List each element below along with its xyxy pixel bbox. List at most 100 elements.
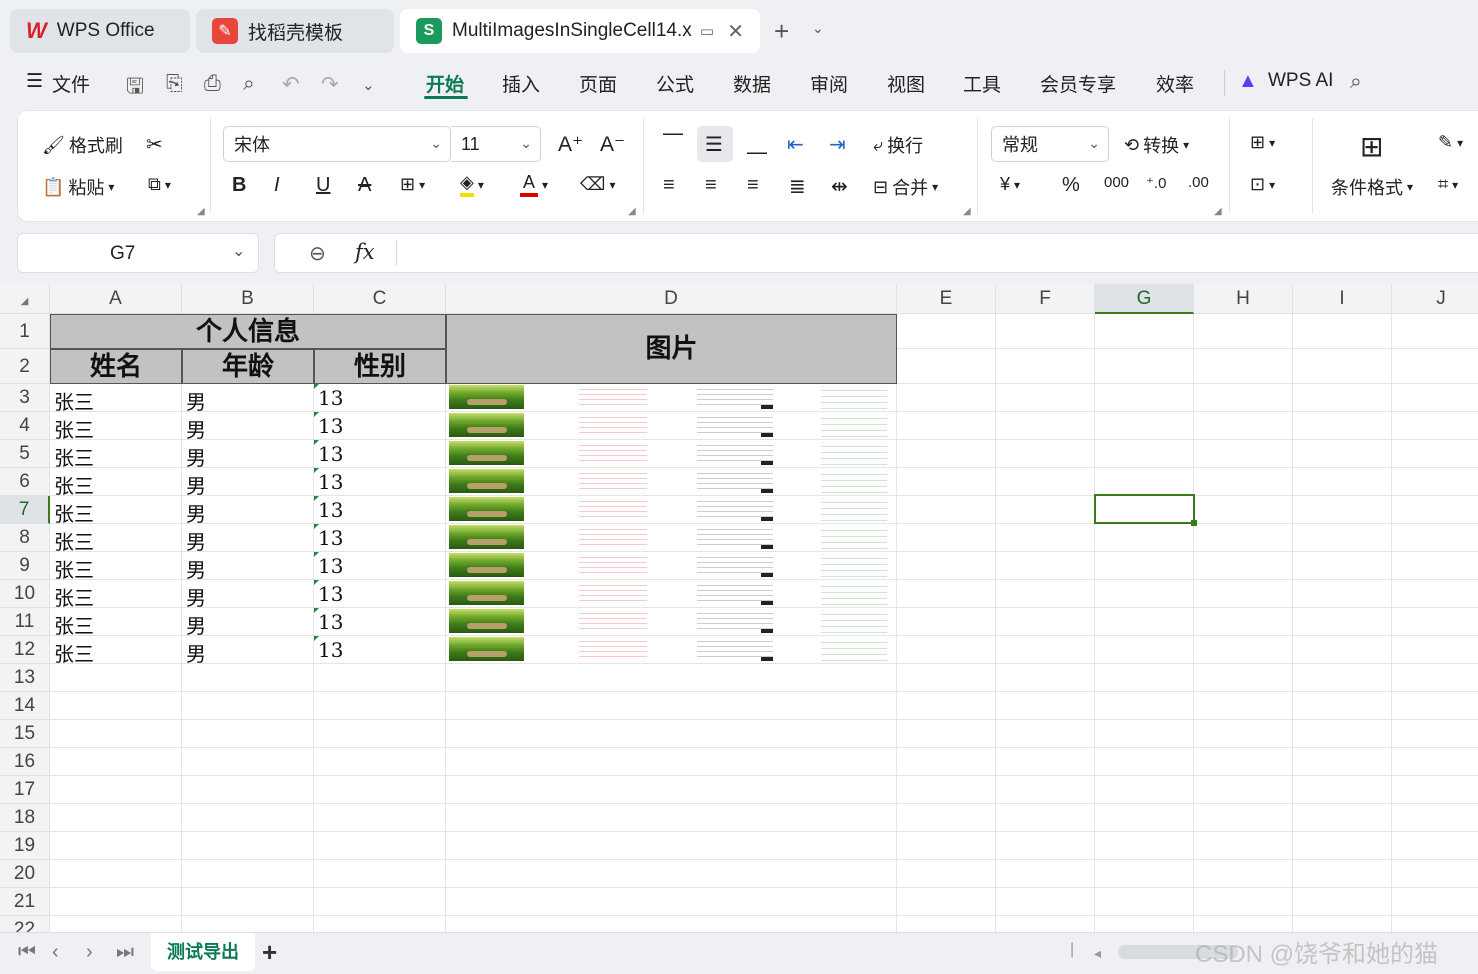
close-icon[interactable]: ✕: [727, 19, 744, 44]
menu-view[interactable]: 视图: [887, 70, 925, 97]
cell-number[interactable]: 13: [314, 470, 446, 494]
row-header[interactable]: 3: [0, 384, 50, 412]
clear-button[interactable]: ⌫ ▾: [580, 174, 615, 195]
row-header[interactable]: 18: [0, 804, 50, 832]
image-text-green[interactable]: [821, 525, 887, 549]
row-header[interactable]: 6: [0, 468, 50, 496]
conditional-format-button[interactable]: 条件格式 ▾: [1331, 174, 1413, 200]
cell-name[interactable]: 张三: [50, 582, 182, 611]
row-header[interactable]: 1: [0, 314, 50, 349]
column-header-f[interactable]: F: [996, 284, 1095, 314]
menu-review[interactable]: 审阅: [810, 70, 848, 97]
decrease-indent-icon[interactable]: ⇤: [787, 132, 804, 157]
row-header[interactable]: 20: [0, 860, 50, 888]
column-header-j[interactable]: J: [1392, 284, 1478, 314]
tab-spreadsheet[interactable]: S MultiImagesInSingleCell14.x ▭ ✕: [400, 9, 760, 53]
cell-gender[interactable]: 男: [182, 386, 314, 415]
cell-name[interactable]: 张三: [50, 442, 182, 471]
image-forest[interactable]: [449, 413, 524, 437]
cell-number[interactable]: 13: [314, 526, 446, 550]
image-text-green[interactable]: [821, 385, 887, 409]
header-age[interactable]: 年龄: [182, 349, 314, 384]
justify-icon[interactable]: ≣: [789, 174, 806, 199]
image-text-gray[interactable]: [697, 637, 773, 661]
row-header[interactable]: 19: [0, 832, 50, 860]
image-forest[interactable]: [449, 553, 524, 577]
image-text-red[interactable]: [579, 413, 647, 435]
row-header[interactable]: 15: [0, 720, 50, 748]
image-forest[interactable]: [449, 581, 524, 605]
align-center-icon[interactable]: ≡: [705, 174, 717, 197]
increase-decimal-icon[interactable]: ⁺.0: [1146, 174, 1166, 192]
decrease-font-icon[interactable]: A⁻: [600, 132, 625, 157]
header-image[interactable]: 图片: [446, 314, 897, 384]
row-header[interactable]: 14: [0, 692, 50, 720]
header-name[interactable]: 姓名: [50, 349, 182, 384]
image-text-green[interactable]: [821, 581, 887, 605]
number-format-select[interactable]: 常规 ⌄: [991, 126, 1109, 162]
strikethrough-icon[interactable]: A: [358, 174, 371, 197]
cell-number[interactable]: 13: [314, 638, 446, 662]
image-text-green[interactable]: [821, 609, 887, 633]
menu-formula[interactable]: 公式: [656, 70, 694, 97]
format-button[interactable]: ✎ ▾: [1438, 132, 1463, 153]
number-launcher-icon[interactable]: ◢: [1214, 206, 1222, 217]
image-text-gray[interactable]: [697, 441, 773, 465]
image-text-gray[interactable]: [697, 497, 773, 521]
align-top-icon[interactable]: ⎺: [663, 132, 683, 155]
image-text-green[interactable]: [821, 553, 887, 577]
print-icon[interactable]: ⎙: [204, 72, 221, 96]
image-forest[interactable]: [449, 637, 524, 661]
image-text-gray[interactable]: [697, 413, 773, 437]
row-header[interactable]: 4: [0, 412, 50, 440]
column-header-i[interactable]: I: [1293, 284, 1392, 314]
image-text-red[interactable]: [579, 497, 647, 519]
menu-efficiency[interactable]: 效率: [1156, 70, 1194, 97]
font-size-select[interactable]: 11 ⌄: [451, 126, 541, 162]
cell-gender[interactable]: 男: [182, 498, 314, 527]
column-header-a[interactable]: A: [50, 284, 182, 314]
cell-gender[interactable]: 男: [182, 554, 314, 583]
increase-indent-icon[interactable]: ⇥: [829, 132, 846, 157]
row-header[interactable]: 22: [0, 916, 50, 932]
row-header[interactable]: 11: [0, 608, 50, 636]
image-text-gray[interactable]: [697, 385, 773, 409]
menu-data[interactable]: 数据: [733, 70, 771, 97]
name-box[interactable]: G7 ⌄: [17, 233, 259, 273]
cell-gender[interactable]: 男: [182, 470, 314, 499]
chevron-down-icon[interactable]: ⌄: [812, 20, 824, 37]
cell-name[interactable]: 张三: [50, 470, 182, 499]
formula-bar[interactable]: ⊖ fx: [274, 233, 1478, 273]
row-header[interactable]: 17: [0, 776, 50, 804]
cell-name[interactable]: 张三: [50, 638, 182, 667]
row-header[interactable]: 5: [0, 440, 50, 468]
cell-number[interactable]: 13: [314, 582, 446, 606]
row-header[interactable]: 16: [0, 748, 50, 776]
clipboard-launcher-icon[interactable]: ◢: [197, 206, 205, 217]
new-tab-icon[interactable]: +: [774, 16, 789, 47]
print-preview-icon[interactable]: ⌕: [243, 72, 255, 96]
cell-number[interactable]: 13: [314, 610, 446, 634]
screen-icon[interactable]: ▭: [700, 22, 714, 40]
underline-button[interactable]: U: [316, 174, 330, 197]
image-forest[interactable]: [449, 525, 524, 549]
image-text-red[interactable]: [579, 553, 647, 575]
row-header[interactable]: 13: [0, 664, 50, 692]
cell-gender[interactable]: 男: [182, 638, 314, 667]
image-text-red[interactable]: [579, 469, 647, 491]
image-forest[interactable]: [449, 609, 524, 633]
row-header[interactable]: 9: [0, 552, 50, 580]
zoom-formula-icon[interactable]: ⊖: [309, 241, 326, 266]
selected-cell-g7[interactable]: [1094, 494, 1197, 526]
image-text-green[interactable]: [821, 441, 887, 465]
bold-button[interactable]: B: [232, 174, 246, 197]
image-text-green[interactable]: [821, 637, 887, 661]
table-style-button[interactable]: ⊞ ▾: [1250, 132, 1275, 153]
row-header[interactable]: 2: [0, 349, 50, 384]
cell-number[interactable]: 13: [314, 554, 446, 578]
header-personal-info[interactable]: 个人信息: [50, 314, 446, 349]
percent-icon[interactable]: %: [1062, 174, 1080, 197]
border-button[interactable]: ⊞ ▾: [400, 174, 425, 195]
wrap-button[interactable]: ⤶ 换行: [873, 132, 923, 158]
align-left-icon[interactable]: ≡: [663, 174, 675, 197]
